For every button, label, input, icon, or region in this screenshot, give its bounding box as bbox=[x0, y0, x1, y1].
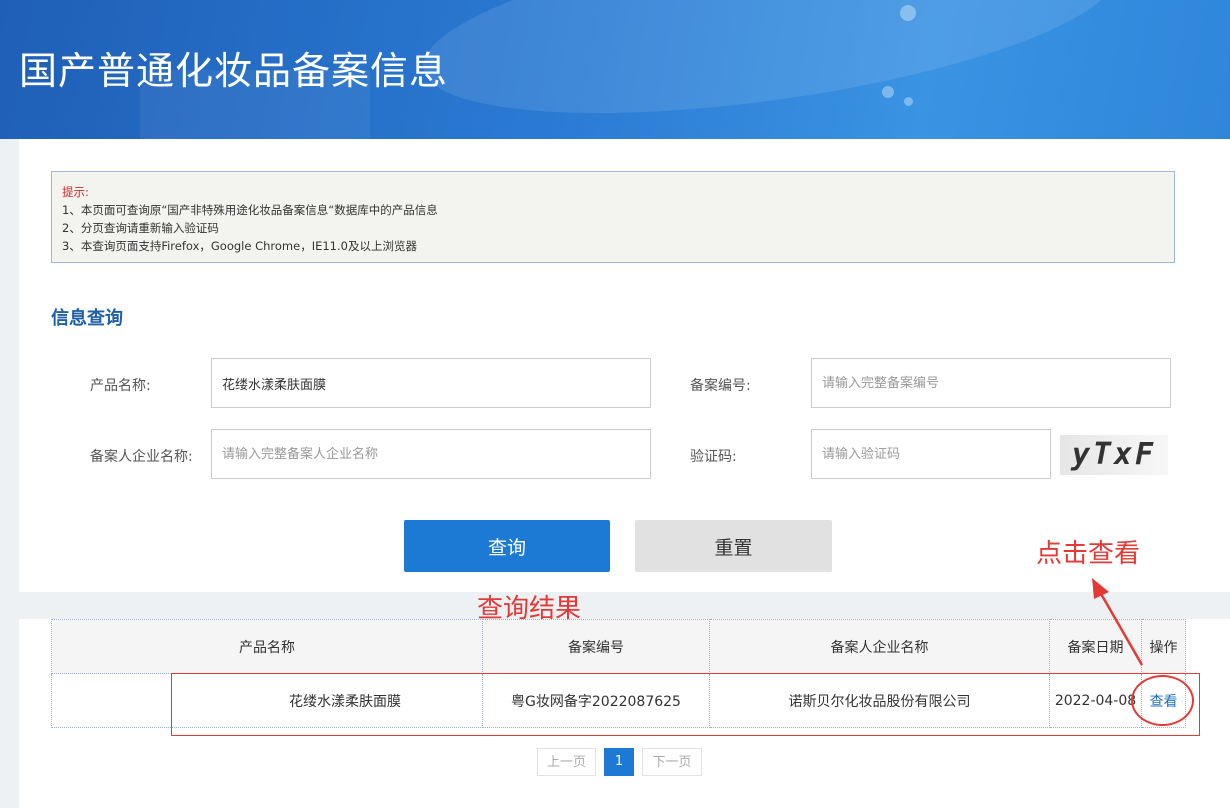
search-panel: 提示: 1、本页面可查询原“国产非特殊用途化妆品备案信息“数据库中的产品信息 2… bbox=[19, 139, 1230, 592]
col-record-no: 备案编号 bbox=[482, 619, 710, 674]
tip-line: 3、本查询页面支持Firefox，Google Chrome，IE11.0及以上… bbox=[62, 239, 417, 253]
banner-decoration bbox=[900, 5, 916, 21]
banner-decoration bbox=[882, 86, 894, 98]
query-button[interactable]: 查询 bbox=[404, 520, 610, 572]
tip-line: 2、分页查询请重新输入验证码 bbox=[62, 221, 219, 235]
captcha-label: 验证码: bbox=[690, 449, 737, 465]
tips-box: 提示: 1、本页面可查询原“国产非特殊用途化妆品备案信息“数据库中的产品信息 2… bbox=[51, 171, 1175, 263]
prev-page-button[interactable]: 上一页 bbox=[537, 748, 596, 776]
annotation-arrow-icon bbox=[1092, 578, 1144, 666]
header-banner: 国产普通化妆品备案信息 bbox=[0, 0, 1230, 139]
captcha-image[interactable]: yTxF bbox=[1060, 435, 1168, 475]
company-input[interactable] bbox=[211, 429, 651, 479]
col-company: 备案人企业名称 bbox=[709, 619, 1050, 674]
record-no-input[interactable] bbox=[811, 358, 1171, 408]
next-page-button[interactable]: 下一页 bbox=[642, 748, 702, 776]
banner-decoration bbox=[412, 0, 1128, 139]
current-page-button[interactable]: 1 bbox=[604, 748, 634, 776]
company-label: 备案人企业名称: bbox=[90, 449, 193, 465]
record-no-label: 备案编号: bbox=[690, 378, 751, 394]
col-product-name: 产品名称 bbox=[51, 619, 483, 674]
product-name-input[interactable] bbox=[211, 358, 651, 408]
captcha-input[interactable] bbox=[811, 429, 1051, 479]
tips-title: 提示: bbox=[62, 185, 89, 199]
banner-decoration bbox=[904, 97, 913, 106]
page-title: 国产普通化妆品备案信息 bbox=[19, 49, 449, 93]
table-header-row: 产品名称 备案编号 备案人企业名称 备案日期 操作 bbox=[51, 619, 1186, 674]
reset-button[interactable]: 重置 bbox=[635, 520, 832, 572]
annotation-result-box bbox=[171, 673, 1200, 736]
annotation-query-result: 查询结果 bbox=[477, 594, 582, 624]
product-name-label: 产品名称: bbox=[90, 378, 151, 394]
tip-line: 1、本页面可查询原“国产非特殊用途化妆品备案信息“数据库中的产品信息 bbox=[62, 203, 438, 217]
annotation-view-circle bbox=[1131, 675, 1194, 726]
section-title: 信息查询 bbox=[51, 308, 123, 329]
annotation-click-view: 点击查看 bbox=[1036, 539, 1141, 569]
